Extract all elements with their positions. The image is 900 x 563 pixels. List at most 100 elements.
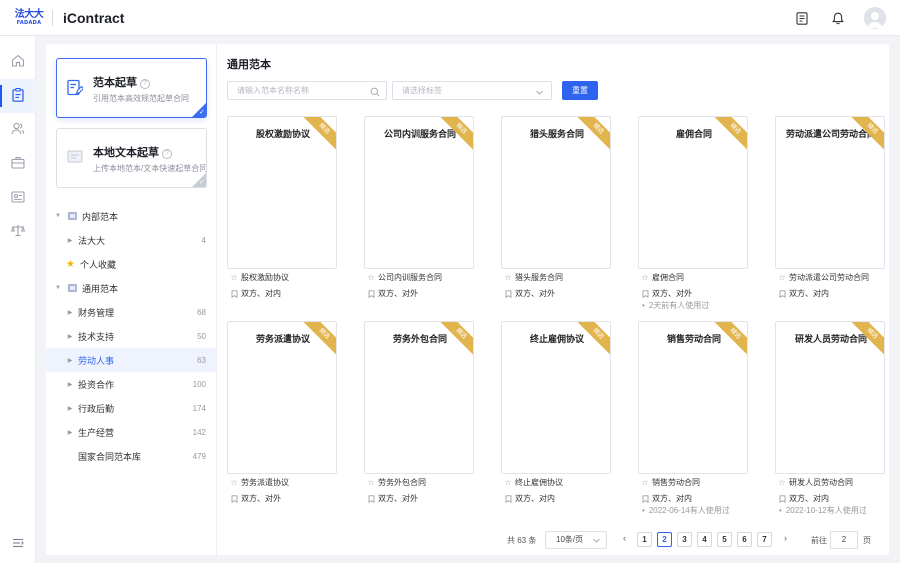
template-usage: • 2022-06-14有人使用过 bbox=[640, 505, 750, 516]
tree-item-tech[interactable]: ▶ 技术支持 50 bbox=[46, 324, 216, 348]
page-button-7[interactable]: 7 bbox=[757, 532, 772, 547]
tree-group-general[interactable]: ▼ 通用范本 bbox=[46, 276, 216, 300]
caret-right-icon: ▶ bbox=[67, 237, 73, 244]
template-parties-row: 双方、对外 bbox=[366, 493, 476, 504]
collapse-menu-icon[interactable] bbox=[12, 537, 24, 551]
scale-icon bbox=[10, 224, 26, 240]
template-name-row: ☆ 股权激励协议 bbox=[229, 272, 339, 283]
help-icon[interactable]: ? bbox=[140, 79, 150, 89]
avatar[interactable] bbox=[864, 7, 886, 29]
page-size-select[interactable]: 10条/页 bbox=[545, 531, 607, 549]
template-thumbnail[interactable]: 雇佣合同 精选 bbox=[638, 116, 748, 269]
tree-item-favorites[interactable]: ★ 个人收藏 bbox=[46, 252, 216, 276]
rail-scale[interactable] bbox=[0, 215, 36, 249]
tree-count: 68 bbox=[197, 307, 206, 317]
tree-item-fadada[interactable]: ▶ 法大大 4 bbox=[46, 228, 216, 252]
logo-en: FADADA bbox=[16, 19, 42, 26]
pagination-total: 共 63 条 bbox=[507, 536, 537, 545]
bookmark-icon bbox=[640, 289, 650, 298]
page-unit-label: 页 bbox=[863, 536, 871, 545]
search-icon[interactable] bbox=[370, 86, 380, 100]
template-name-row: ☆ 劳务外包合同 bbox=[366, 477, 476, 488]
goto-page-input[interactable]: 2 bbox=[830, 531, 858, 549]
template-thumbnail[interactable]: 研发人员劳动合同 精选 bbox=[775, 321, 885, 474]
template-draft-card[interactable]: 范本起草? 引用范本高效规范起草合同 ✓ bbox=[56, 58, 207, 118]
bookmark-icon bbox=[777, 494, 787, 503]
draft-card-title: 本地文本起草 bbox=[93, 147, 159, 159]
reset-button[interactable]: 重置 bbox=[562, 81, 598, 100]
fadada-logo[interactable]: 法大大 FADADA bbox=[14, 6, 44, 30]
page-button-5[interactable]: 5 bbox=[717, 532, 732, 547]
template-name: 股权激励协议 bbox=[241, 273, 289, 282]
template-thumbnail[interactable]: 猎头服务合同 精选 bbox=[501, 116, 611, 269]
star-icon: ★ bbox=[66, 258, 75, 270]
template-name-row: ☆ 销售劳动合同 bbox=[640, 477, 750, 488]
star-outline-icon[interactable]: ☆ bbox=[503, 273, 513, 282]
star-outline-icon[interactable]: ☆ bbox=[640, 273, 650, 282]
page-button-6[interactable]: 6 bbox=[737, 532, 752, 547]
tree-item-national[interactable]: 国家合同范本库 479 bbox=[46, 444, 216, 468]
search-input[interactable] bbox=[228, 82, 358, 99]
template-thumbnail[interactable]: 劳动派遣公司劳动合同 精选 bbox=[775, 116, 885, 269]
template-parties: 双方、对内 bbox=[652, 494, 692, 503]
star-outline-icon[interactable]: ☆ bbox=[777, 478, 787, 487]
rail-briefcase[interactable] bbox=[0, 147, 36, 181]
page-button-4[interactable]: 4 bbox=[697, 532, 712, 547]
page-title: 通用范本 bbox=[227, 59, 271, 71]
template-name: 劳动派遣公司劳动合同 bbox=[789, 273, 869, 282]
tree-label: 国家合同范本库 bbox=[78, 451, 142, 462]
template-thumbnail[interactable]: 股权激励协议 精选 bbox=[227, 116, 337, 269]
draft-card-subtitle: 引用范本高效规范起草合同 bbox=[93, 94, 189, 103]
tree-count: 63 bbox=[197, 355, 206, 365]
page-button-3[interactable]: 3 bbox=[677, 532, 692, 547]
tree-item-finance[interactable]: ▶ 财务管理 68 bbox=[46, 300, 216, 324]
star-outline-icon[interactable]: ☆ bbox=[777, 273, 787, 282]
template-thumbnail[interactable]: 公司内训服务合同 精选 bbox=[364, 116, 474, 269]
draft-card-title: 范本起草 bbox=[93, 77, 137, 89]
tree-item-hr[interactable]: ▶ 劳动人事 63 bbox=[46, 348, 216, 372]
logo-cn: 法大大 bbox=[14, 8, 44, 20]
star-outline-icon[interactable]: ☆ bbox=[229, 273, 239, 282]
contract-icon bbox=[12, 87, 24, 105]
bell-icon[interactable] bbox=[828, 8, 848, 28]
star-outline-icon[interactable]: ☆ bbox=[640, 478, 650, 487]
template-thumbnail[interactable]: 终止雇佣协议 精选 bbox=[501, 321, 611, 474]
template-name: 雇佣合同 bbox=[652, 273, 684, 282]
rail-home[interactable] bbox=[0, 45, 36, 79]
rail-users[interactable] bbox=[0, 113, 36, 147]
template-parties: 双方、对外 bbox=[241, 494, 281, 503]
star-outline-icon[interactable]: ☆ bbox=[366, 273, 376, 282]
rail-id-card[interactable] bbox=[0, 181, 36, 215]
tree-item-admin[interactable]: ▶ 行政后勤 174 bbox=[46, 396, 216, 420]
tree-label: 财务管理 bbox=[78, 307, 115, 318]
caret-right-icon: ▶ bbox=[67, 429, 73, 436]
template-thumbnail[interactable]: 劳务外包合同 精选 bbox=[364, 321, 474, 474]
template-thumbnail[interactable]: 销售劳动合同 精选 bbox=[638, 321, 748, 474]
template-thumbnail[interactable]: 劳务派遣协议 精选 bbox=[227, 321, 337, 474]
bookmark-icon bbox=[366, 289, 376, 298]
tree-item-investment[interactable]: ▶ 投资合作 100 bbox=[46, 372, 216, 396]
star-outline-icon[interactable]: ☆ bbox=[229, 478, 239, 487]
pagination: 共 63 条 10条/页 ‹ 1 2 3 4 5 6 7 › 前往 2 页 bbox=[217, 531, 889, 549]
tree-group-internal[interactable]: ▼ 内部范本 bbox=[46, 204, 216, 228]
tag-select-input[interactable] bbox=[393, 82, 523, 99]
help-icon[interactable]: ? bbox=[162, 149, 172, 159]
document-list-icon[interactable] bbox=[792, 8, 812, 28]
page-button-1[interactable]: 1 bbox=[637, 532, 652, 547]
page-button-2[interactable]: 2 bbox=[657, 532, 672, 547]
star-outline-icon[interactable]: ☆ bbox=[503, 478, 513, 487]
template-parties: 双方、对内 bbox=[789, 494, 829, 503]
logo-divider bbox=[52, 9, 53, 26]
tree-item-production[interactable]: ▶ 生产经营 142 bbox=[46, 420, 216, 444]
template-name: 猎头服务合同 bbox=[515, 273, 563, 282]
template-parties-row: 双方、对内 bbox=[640, 493, 750, 504]
rail-contracts[interactable] bbox=[0, 79, 36, 113]
prev-page-button[interactable]: ‹ bbox=[617, 532, 632, 547]
template-name-row: ☆ 公司内训服务合同 bbox=[366, 272, 476, 283]
next-page-button[interactable]: › bbox=[778, 532, 793, 547]
template-parties: 双方、对内 bbox=[241, 289, 281, 298]
local-draft-card[interactable]: 本地文本起草? 上传本地范本/文本快速起草合同 ✓ bbox=[56, 128, 207, 188]
caret-right-icon: ▶ bbox=[67, 381, 73, 388]
star-outline-icon[interactable]: ☆ bbox=[366, 478, 376, 487]
chevron-down-icon[interactable] bbox=[535, 86, 544, 100]
